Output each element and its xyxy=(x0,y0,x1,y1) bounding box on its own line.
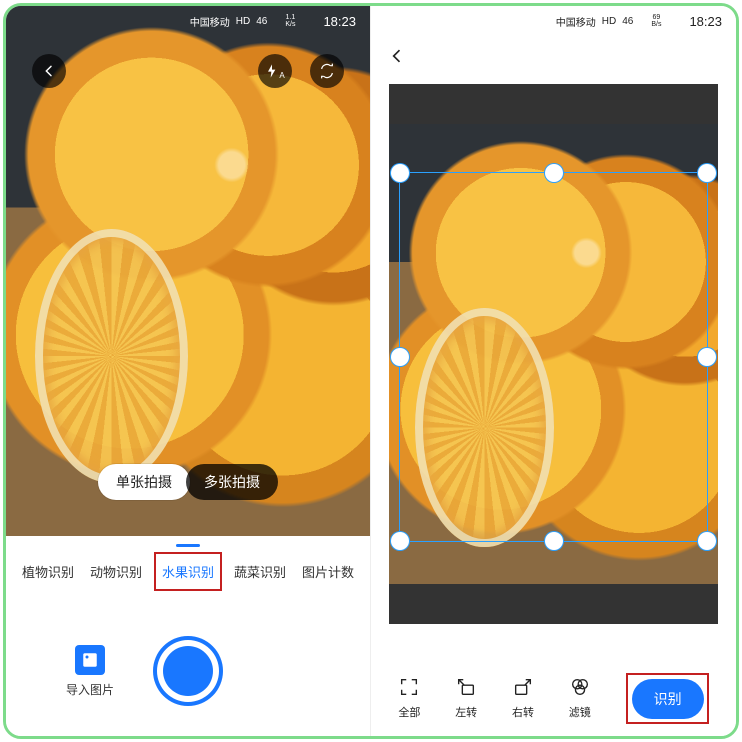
camera-viewfinder: A 单张拍摄 多张拍摄 xyxy=(6,6,370,536)
clock: 18:23 xyxy=(689,14,722,29)
network-gen: 46 xyxy=(622,16,633,27)
camera-screen: 中国移动 HD 46 1.1K/s xyxy=(6,6,371,736)
crop-handle-br[interactable] xyxy=(698,532,716,550)
single-shot-button[interactable]: 单张拍摄 xyxy=(98,464,190,500)
tab-count[interactable]: 图片计数 xyxy=(298,556,358,587)
tool-filter[interactable]: 滤镜 xyxy=(569,676,591,720)
rotate-left-icon xyxy=(455,676,477,701)
tab-plant[interactable]: 植物识别 xyxy=(18,556,78,587)
crop-box[interactable] xyxy=(399,172,708,542)
edit-canvas xyxy=(389,84,718,624)
import-label: 导入图片 xyxy=(66,681,114,698)
flash-button[interactable]: A xyxy=(258,54,292,88)
tool-filter-label: 滤镜 xyxy=(569,704,591,720)
crop-handle-ml[interactable] xyxy=(391,348,409,366)
tool-all-label: 全部 xyxy=(398,704,420,720)
recognize-highlight-box: 识别 xyxy=(626,673,709,724)
expand-icon xyxy=(398,676,420,701)
edit-header xyxy=(371,38,736,78)
recognize-button[interactable]: 识别 xyxy=(632,679,704,719)
status-bar: 中国移动 HD 46 69B/s xyxy=(371,10,736,32)
tab-fruit[interactable]: 水果识别 xyxy=(154,552,222,591)
single-shot-label: 单张拍摄 xyxy=(116,472,172,492)
shutter-zone: 导入图片 xyxy=(6,606,370,736)
carrier-label: 中国移动 xyxy=(556,14,596,29)
flash-mode-label: A xyxy=(279,71,284,80)
tool-rotate-left-label: 左转 xyxy=(455,704,477,720)
active-tab-indicator xyxy=(176,544,200,547)
rotate-right-icon xyxy=(512,676,534,701)
import-image-button[interactable]: 导入图片 xyxy=(66,645,114,698)
crop-handle-bl[interactable] xyxy=(391,532,409,550)
crop-handle-tl[interactable] xyxy=(391,164,409,182)
tool-rotate-right[interactable]: 右转 xyxy=(512,676,534,720)
crop-handle-tc[interactable] xyxy=(545,164,563,182)
tool-all[interactable]: 全部 xyxy=(398,676,420,720)
net-speed: 69B/s xyxy=(651,14,661,28)
shutter-inner xyxy=(163,646,213,696)
multi-shot-label: 多张拍摄 xyxy=(204,472,260,492)
image-icon xyxy=(75,645,105,675)
back-button[interactable] xyxy=(387,46,407,71)
crop-handle-tr[interactable] xyxy=(698,164,716,182)
crop-handle-bc[interactable] xyxy=(545,532,563,550)
category-tabs: 植物识别 动物识别 水果识别 蔬菜识别 图片计数 xyxy=(6,546,370,596)
hd-badge: HD xyxy=(602,16,616,27)
switch-camera-button[interactable] xyxy=(310,54,344,88)
tool-rotate-left[interactable]: 左转 xyxy=(455,676,477,720)
tab-vegetable[interactable]: 蔬菜识别 xyxy=(230,556,290,587)
crop-handle-mr[interactable] xyxy=(698,348,716,366)
tab-animal[interactable]: 动物识别 xyxy=(86,556,146,587)
back-button[interactable] xyxy=(32,54,66,88)
edit-toolbar: 全部 左转 右转 滤镜 xyxy=(371,668,736,728)
filter-icon xyxy=(569,676,591,701)
shutter-button[interactable] xyxy=(153,636,223,706)
edit-screen: 中国移动 HD 46 69B/s xyxy=(371,6,736,736)
tool-rotate-right-label: 右转 xyxy=(512,704,534,720)
recognize-label: 识别 xyxy=(654,691,682,707)
multi-shot-button[interactable]: 多张拍摄 xyxy=(186,464,278,500)
